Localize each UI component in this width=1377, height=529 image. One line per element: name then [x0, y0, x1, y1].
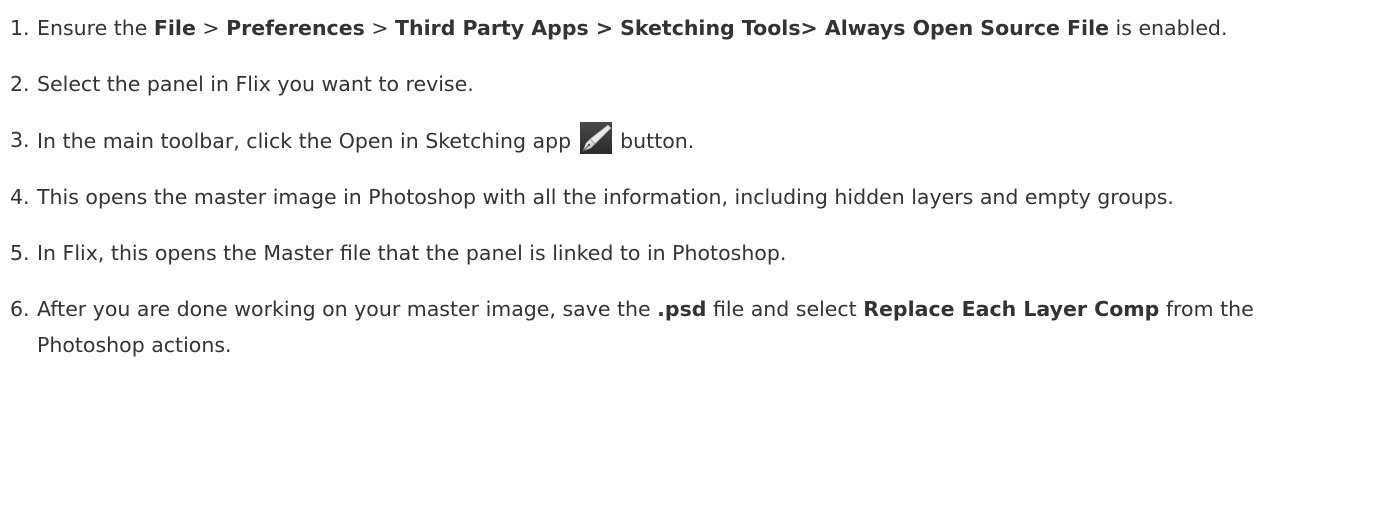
step-text: Ensure the File > Preferences > Third Pa… [37, 16, 1227, 40]
step-text: This opens the master image in Photoshop… [37, 185, 1174, 209]
list-item: 5. In Flix, this opens the Master file th… [10, 235, 1357, 271]
text-run: After you are done working on your maste… [37, 297, 658, 321]
step-number: 6. [10, 297, 30, 321]
ui-path-label: .psd [657, 297, 707, 321]
step-text: Select the panel in Flix you want to rev… [37, 72, 474, 96]
text-run: Select the panel in Flix you want to rev… [37, 72, 474, 96]
text-run: Ensure the [37, 16, 154, 40]
ui-path-label: File [153, 16, 196, 40]
text-run: In the main toolbar, click the Open in S… [37, 129, 578, 153]
text-run: is enabled. [1109, 16, 1228, 40]
step-text: After you are done working on your maste… [37, 297, 1254, 357]
steps-list: 1. Ensure the File > Preferences > Third … [0, 0, 1377, 363]
step-text: In Flix, this opens the Master file that… [37, 241, 786, 265]
list-item: 4. This opens the master image in Photosh… [10, 179, 1357, 215]
text-run: In Flix, this opens the Master file that… [37, 241, 787, 265]
text-run: file and select [706, 297, 864, 321]
step-number: 2. [10, 72, 30, 96]
step-number: 5. [10, 241, 30, 265]
ui-path-label: Preferences [226, 16, 365, 40]
ui-path-label: Third Party Apps > Sketching Tools> Alwa… [395, 16, 1110, 40]
step-text: In the main toolbar, click the Open in S… [37, 122, 695, 154]
step-number: 3. [10, 128, 30, 152]
pen-nib-icon [579, 122, 612, 154]
text-run: > [364, 16, 396, 40]
step-number: 1. [10, 16, 30, 40]
list-item: 1. Ensure the File > Preferences > Third … [10, 10, 1357, 46]
text-run: button. [613, 129, 695, 153]
list-item: 3. In the main toolbar, click the Open in… [10, 122, 1357, 159]
list-item: 6. After you are done working on your mas… [10, 291, 1357, 363]
step-number: 4. [10, 185, 30, 209]
text-run: This opens the master image in Photoshop… [37, 185, 1174, 209]
list-item: 2. Select the panel in Flix you want to r… [10, 66, 1357, 102]
ui-path-label: Replace Each Layer Comp [863, 297, 1160, 321]
text-run: > [195, 16, 227, 40]
